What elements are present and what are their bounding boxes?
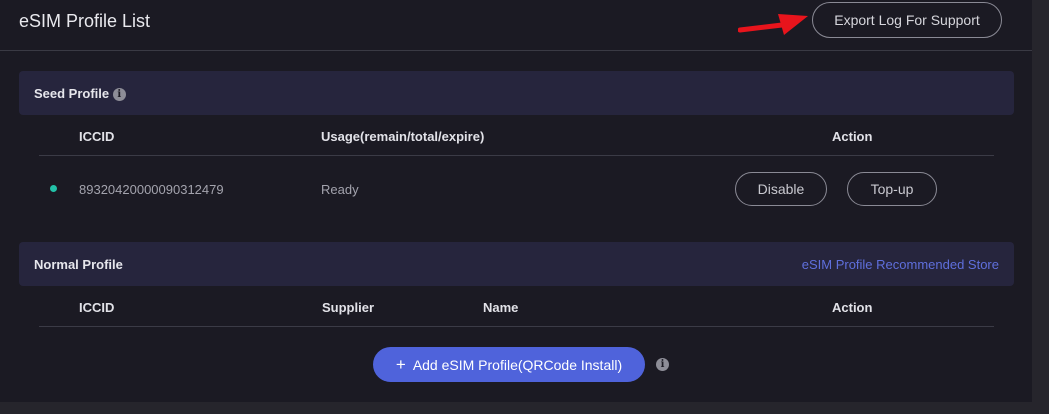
info-icon[interactable]: i xyxy=(656,358,669,371)
red-arrow-icon xyxy=(738,14,808,35)
normal-profile-header: Normal Profile eSIM Profile Recommended … xyxy=(19,242,1014,286)
column-header-name: Name xyxy=(483,300,519,315)
info-icon[interactable]: i xyxy=(112,88,126,101)
export-log-button[interactable]: Export Log For Support xyxy=(812,2,1002,38)
disable-button[interactable]: Disable xyxy=(735,172,827,206)
column-header-iccid: ICCID xyxy=(79,300,115,315)
column-header-usage: Usage(remain/total/expire) xyxy=(321,129,485,144)
column-header-iccid: ICCID xyxy=(79,129,115,144)
iccid-cell: 89320420000090312479 xyxy=(79,182,224,197)
recommended-store-link[interactable]: eSIM Profile Recommended Store xyxy=(802,257,999,272)
add-esim-profile-button[interactable]: + Add eSIM Profile(QRCode Install) xyxy=(373,347,645,382)
seed-profile-header: Seed Profile i xyxy=(19,71,1014,115)
page-title: eSIM Profile List xyxy=(19,11,151,31)
usage-cell: Ready xyxy=(321,182,359,197)
column-header-action: Action xyxy=(832,129,873,144)
table-divider xyxy=(39,155,994,156)
status-dot xyxy=(50,185,57,192)
add-esim-profile-label: Add eSIM Profile(QRCode Install) xyxy=(412,356,623,373)
seed-profile-title: Seed Profile i xyxy=(34,86,126,101)
page-header: eSIM Profile List Export Log For Support xyxy=(0,0,1032,51)
esim-profile-panel: eSIM Profile List Export Log For Support… xyxy=(0,0,1032,402)
column-header-supplier: Supplier xyxy=(322,300,375,315)
seed-profile-title-text: Seed Profile xyxy=(34,86,110,101)
normal-profile-title: Normal Profile xyxy=(34,257,123,272)
table-divider xyxy=(39,326,994,327)
column-header-action: Action xyxy=(832,300,873,315)
top-up-button[interactable]: Top-up xyxy=(847,172,937,206)
plus-icon: + xyxy=(395,354,406,374)
